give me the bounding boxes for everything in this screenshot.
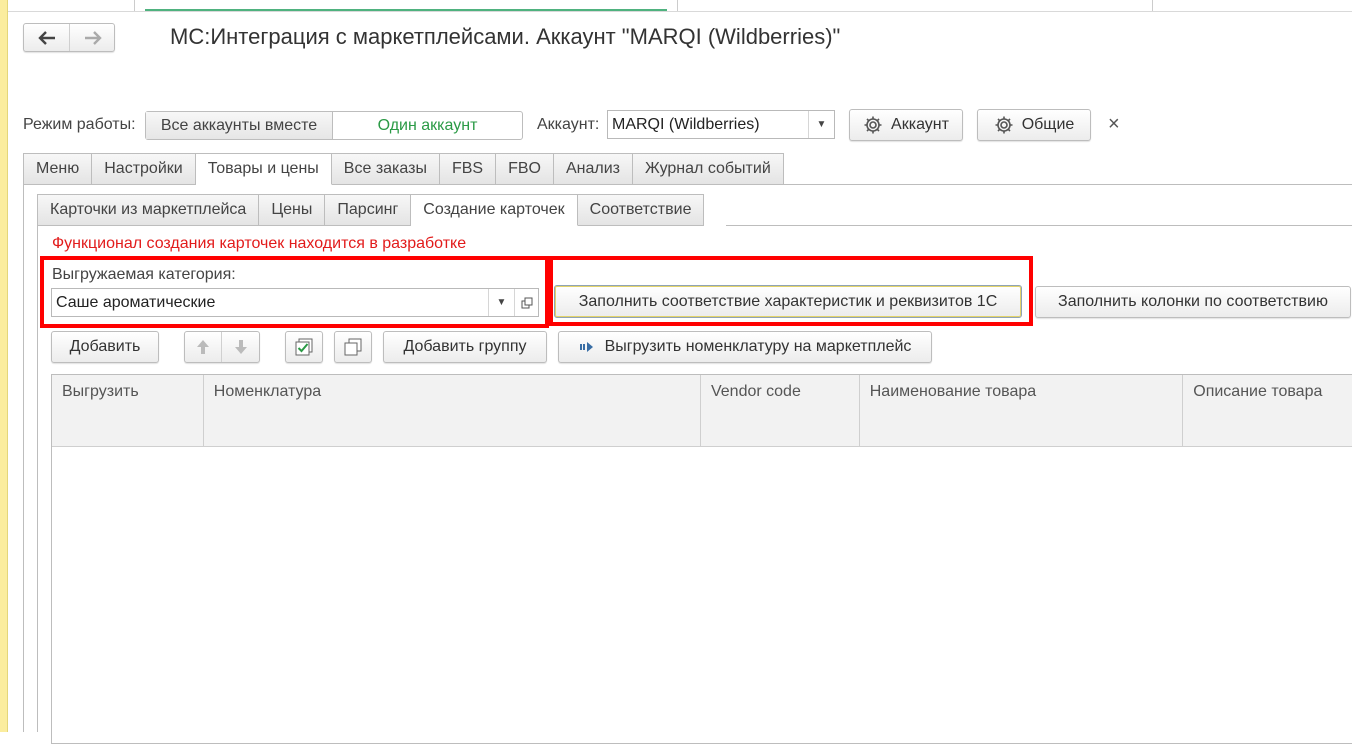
account-settings-button[interactable]: Аккаунт [849, 109, 963, 141]
account-select-value: MARQI (Wildberries) [612, 115, 760, 133]
window-tab-divider [1152, 0, 1153, 11]
tab-card-creation[interactable]: Создание карточек [411, 194, 578, 226]
mode-switch: Все аккаунты вместе Один аккаунт [145, 111, 523, 140]
move-buttons [184, 331, 260, 363]
main-panel-border [23, 184, 24, 732]
column-header-product-name[interactable]: Наименование товара [860, 375, 1184, 446]
checkbox-checked-icon [295, 338, 313, 356]
back-button[interactable] [24, 24, 70, 51]
tab-products-prices[interactable]: Товары и цены [195, 153, 332, 185]
fill-columns-button[interactable]: Заполнить колонки по соответствию [1035, 286, 1351, 318]
sub-panel-border [37, 225, 38, 732]
arrow-up-icon [197, 340, 209, 354]
upload-arrow-icon [579, 342, 593, 352]
upload-nomenclature-button[interactable]: Выгрузить номенклатуру на маркетплейс [558, 331, 932, 363]
highlight-fill-match [549, 256, 1033, 326]
main-tabbar: Меню Настройки Товары и цены Все заказы … [23, 153, 784, 185]
copy-icon [344, 338, 362, 356]
move-down-button[interactable] [222, 332, 259, 362]
column-header-vendor-code[interactable]: Vendor code [701, 375, 860, 446]
tab-matching[interactable]: Соответствие [577, 194, 705, 226]
column-header-product-description[interactable]: Описание товара [1183, 375, 1352, 446]
account-select[interactable]: MARQI (Wildberries) ▼ [607, 110, 835, 139]
window-title: МС:Интеграция с маркетплейсами. Аккаунт … [170, 24, 841, 49]
tab-settings[interactable]: Настройки [92, 153, 196, 185]
tab-parsing[interactable]: Парсинг [325, 194, 412, 226]
sub-tabbar: Карточки из маркетплейса Цены Парсинг Со… [37, 194, 705, 226]
arrow-down-icon [234, 340, 247, 354]
tab-all-orders[interactable]: Все заказы [331, 153, 440, 185]
tab-menu[interactable]: Меню [23, 153, 93, 185]
column-header-nomenclature[interactable]: Номенклатура [204, 375, 701, 446]
mode-option-all-accounts[interactable]: Все аккаунты вместе [146, 112, 333, 139]
arrow-left-icon [37, 30, 55, 45]
arrow-right-icon [85, 30, 102, 45]
highlight-category [40, 256, 549, 328]
general-settings-button[interactable]: Общие [977, 109, 1091, 141]
tab-marketplace-cards[interactable]: Карточки из маркетплейса [37, 194, 260, 226]
forward-button[interactable] [70, 24, 116, 51]
column-header-upload[interactable]: Выгрузить [52, 375, 204, 446]
active-window-tab[interactable] [134, 0, 678, 11]
tab-analysis[interactable]: Анализ [553, 153, 633, 185]
move-up-button[interactable] [185, 332, 223, 362]
copy-button[interactable] [334, 331, 372, 363]
account-settings-label: Аккаунт [891, 116, 949, 133]
main-panel-top-border [337, 184, 1352, 185]
upload-nomenclature-label: Выгрузить номенклатуру на маркетплейс [604, 338, 912, 355]
tab-event-log[interactable]: Журнал событий [632, 153, 784, 185]
general-settings-label: Общие [1021, 116, 1075, 133]
sub-panel-top-border [726, 225, 1352, 226]
add-button[interactable]: Добавить [51, 331, 159, 363]
gear-icon [864, 116, 882, 134]
account-label: Аккаунт: [537, 116, 600, 133]
products-table[interactable]: Выгрузить Номенклатура Vendor code Наиме… [51, 374, 1352, 744]
tab-fbo[interactable]: FBO [496, 153, 554, 185]
add-group-button[interactable]: Добавить группу [383, 331, 547, 363]
history-nav [23, 23, 115, 52]
tab-prices[interactable]: Цены [259, 194, 326, 226]
table-header: Выгрузить Номенклатура Vendor code Наиме… [52, 375, 1352, 447]
close-icon[interactable]: × [1108, 113, 1120, 136]
check-all-button[interactable] [285, 331, 323, 363]
side-panel-strip [0, 0, 8, 732]
development-warning: Функционал создания карточек находится в… [52, 235, 467, 252]
mode-label: Режим работы: [23, 116, 136, 133]
open-windows-strip [8, 0, 1352, 12]
tab-fbs[interactable]: FBS [439, 153, 497, 185]
dropdown-arrow-icon[interactable]: ▼ [808, 111, 834, 138]
mode-option-single-account[interactable]: Один аккаунт [333, 112, 522, 139]
gear-icon [995, 116, 1013, 134]
